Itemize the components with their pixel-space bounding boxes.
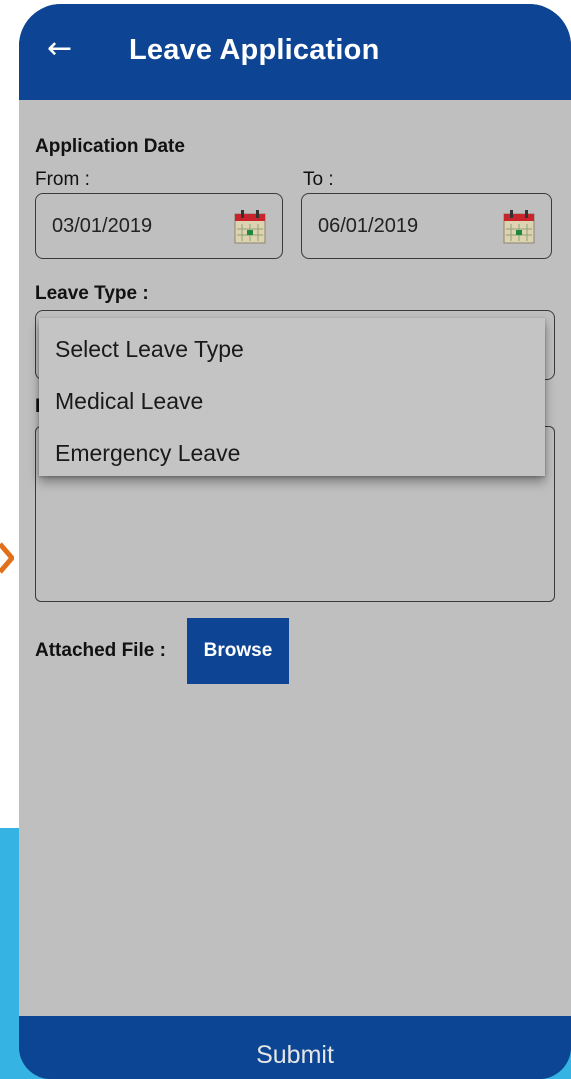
from-date-value: 03/01/2019 (52, 215, 153, 237)
form-content: Application Date From : To : 03/01/2019 … (19, 100, 571, 1020)
to-label: To : (303, 169, 334, 190)
phone-screen: ← Leave Application Application Date Fro… (19, 4, 571, 1079)
to-date-field[interactable]: 06/01/2019 (301, 193, 552, 259)
browse-button[interactable]: Browse (187, 618, 289, 684)
dropdown-option[interactable]: Emergency Leave (55, 440, 240, 467)
dropdown-option[interactable]: Medical Leave (55, 388, 203, 415)
dropdown-option[interactable]: Select Leave Type (55, 336, 244, 363)
attached-file-label: Attached File : (35, 640, 166, 661)
to-date-value: 06/01/2019 (318, 215, 419, 237)
leave-type-dropdown: Select Leave Type Medical Leave Emergenc… (39, 318, 545, 476)
pointer-arrow-icon (0, 542, 14, 574)
application-date-label: Application Date (35, 136, 185, 157)
submit-button[interactable]: Submit (19, 1016, 571, 1079)
calendar-icon[interactable] (234, 210, 266, 244)
from-label: From : (35, 169, 90, 190)
from-date-field[interactable]: 03/01/2019 (35, 193, 283, 259)
back-arrow-icon[interactable]: ← (47, 32, 81, 66)
leave-type-label: Leave Type : (35, 283, 149, 304)
page-title: Leave Application (129, 34, 380, 66)
calendar-icon[interactable] (503, 210, 535, 244)
app-header: ← Leave Application (19, 4, 571, 100)
